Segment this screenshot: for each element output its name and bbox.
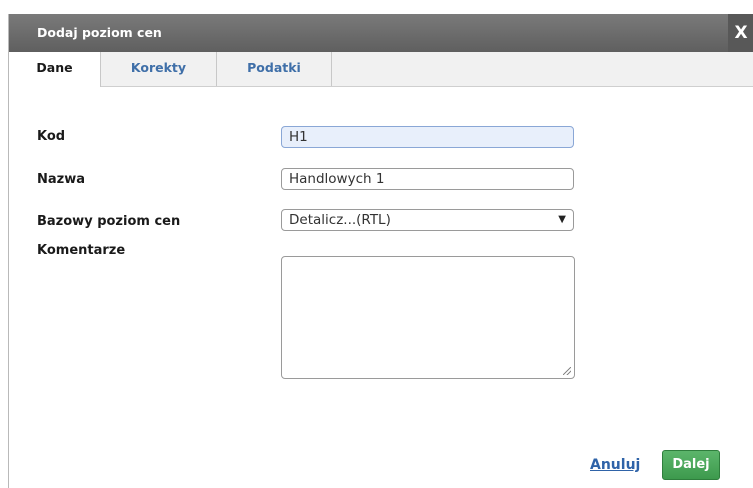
bazowy-poziom-cen-select[interactable]: Detalicz...(RTL) ▼	[281, 209, 574, 231]
dialog-title: Dodaj poziom cen	[37, 25, 162, 40]
close-button[interactable]: X	[728, 14, 753, 52]
tab-dane[interactable]: Dane	[9, 52, 101, 87]
nazwa-label: Nazwa	[37, 172, 86, 187]
tab-korekty[interactable]: Korekty	[101, 52, 217, 86]
resize-grip-icon[interactable]	[563, 367, 571, 375]
cancel-link[interactable]: Anuluj	[590, 457, 640, 473]
komentarze-textarea[interactable]	[281, 256, 575, 379]
chevron-down-icon: ▼	[558, 214, 566, 225]
komentarze-label: Komentarze	[37, 243, 126, 258]
bazowy-poziom-cen-label: Bazowy poziom cen	[37, 214, 181, 229]
kod-input[interactable]: H1	[281, 126, 574, 148]
nazwa-input[interactable]: Handlowych 1	[281, 168, 574, 190]
dialog-titlebar: Dodaj poziom cen X	[9, 14, 753, 53]
kod-label: Kod	[37, 129, 66, 144]
bazowy-poziom-cen-value: Detalicz...(RTL)	[289, 212, 391, 228]
tab-bar: Dane Korekty Podatki	[9, 52, 753, 87]
add-price-level-dialog: Dodaj poziom cen X Dane Korekty Podatki …	[8, 14, 753, 488]
next-button[interactable]: Dalej	[662, 450, 720, 480]
tab-podatki[interactable]: Podatki	[217, 52, 332, 86]
